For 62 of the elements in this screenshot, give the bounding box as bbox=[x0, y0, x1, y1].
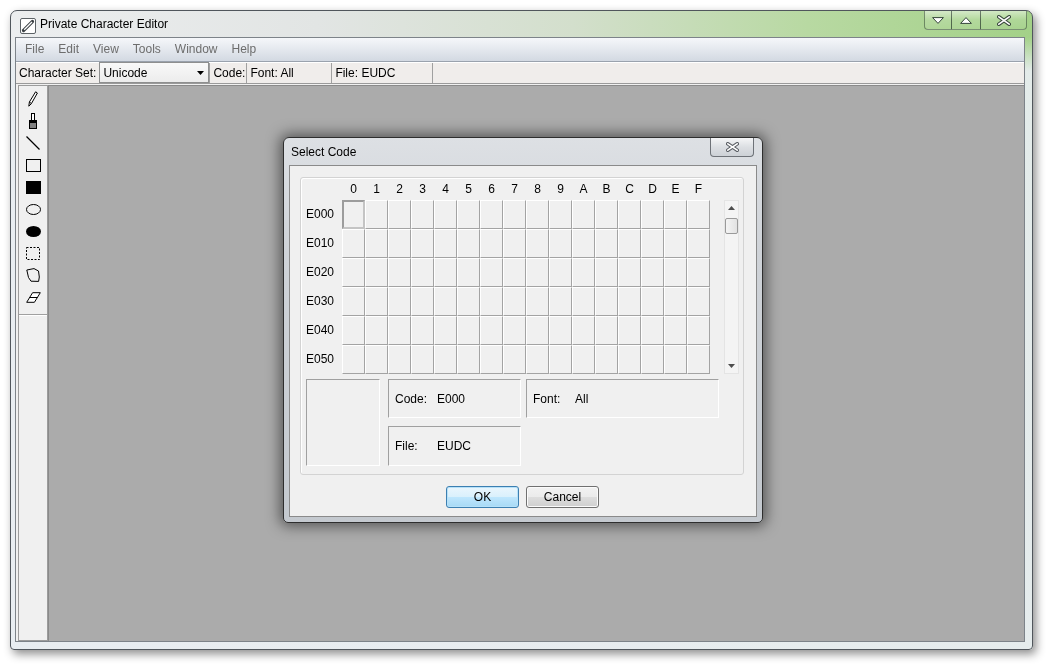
close-icon bbox=[725, 142, 739, 152]
minimize-button[interactable] bbox=[924, 11, 952, 30]
close-button[interactable] bbox=[980, 11, 1027, 30]
row-label: E000 bbox=[304, 206, 335, 223]
up-arrow-icon bbox=[728, 206, 735, 210]
row-label: E050 bbox=[304, 351, 335, 368]
row-label: E010 bbox=[304, 235, 335, 252]
column-header: E bbox=[670, 181, 681, 198]
info-value: All bbox=[575, 391, 589, 406]
character-set-dropdown[interactable]: Unicode bbox=[99, 62, 210, 83]
row-label: E020 bbox=[304, 264, 335, 281]
column-header: 4 bbox=[441, 181, 450, 198]
info-value: EUDC bbox=[437, 439, 471, 453]
column-header: 9 bbox=[556, 181, 565, 198]
pencil-icon[interactable] bbox=[28, 91, 38, 107]
character-set-label: Character Set: bbox=[19, 65, 98, 82]
column-header: 6 bbox=[487, 181, 496, 198]
maximize-button[interactable] bbox=[951, 11, 981, 30]
column-header: 7 bbox=[510, 181, 519, 198]
column-header: C bbox=[624, 181, 635, 198]
status-text: File: EUDC bbox=[331, 63, 434, 83]
character-cell[interactable] bbox=[342, 200, 365, 229]
row-label: E040 bbox=[304, 322, 335, 339]
up-triangle-icon bbox=[960, 16, 972, 24]
line-icon[interactable] bbox=[26, 136, 40, 150]
column-header: 1 bbox=[372, 181, 381, 198]
filled-rectangle-icon[interactable] bbox=[25, 180, 41, 194]
dashed-rectangle-icon[interactable] bbox=[26, 246, 40, 260]
row-label: E030 bbox=[304, 293, 335, 310]
window-title: Private Character Editor bbox=[40, 16, 169, 32]
column-header: A bbox=[578, 181, 589, 198]
ellipse-icon[interactable] bbox=[25, 203, 41, 215]
cancel-button[interactable]: Cancel bbox=[526, 486, 599, 508]
column-header: 8 bbox=[533, 181, 542, 198]
ok-button[interactable]: OK bbox=[446, 486, 519, 508]
polygon-icon[interactable] bbox=[26, 268, 40, 282]
info-label: Font: bbox=[533, 391, 562, 406]
pencil-icon bbox=[20, 18, 36, 34]
status-text: Code: bbox=[209, 63, 247, 83]
status-text: Font: All bbox=[246, 63, 332, 83]
column-header: 0 bbox=[349, 181, 358, 198]
column-header: D bbox=[647, 181, 658, 198]
info-label: File: bbox=[395, 439, 419, 453]
brush-icon[interactable] bbox=[28, 113, 38, 129]
column-header: F bbox=[693, 181, 704, 198]
eraser-icon[interactable] bbox=[25, 291, 41, 303]
dialog-title: Select Code bbox=[291, 144, 357, 160]
scrollbar-thumb[interactable] bbox=[725, 218, 738, 234]
info-value: E000 bbox=[437, 391, 466, 406]
close-button[interactable] bbox=[710, 138, 754, 157]
rectangle-icon[interactable] bbox=[25, 158, 41, 172]
column-header: 5 bbox=[464, 181, 473, 198]
scrollbar[interactable] bbox=[724, 200, 739, 374]
info-label: Code: bbox=[395, 391, 429, 406]
column-header: B bbox=[601, 181, 612, 198]
caret-icon bbox=[197, 70, 205, 75]
filled-ellipse-icon[interactable] bbox=[25, 225, 41, 237]
column-header: 2 bbox=[395, 181, 404, 198]
close-icon bbox=[996, 14, 1011, 26]
down-triangle-icon bbox=[932, 16, 944, 24]
column-header: 3 bbox=[418, 181, 427, 198]
down-arrow-icon bbox=[728, 364, 735, 368]
